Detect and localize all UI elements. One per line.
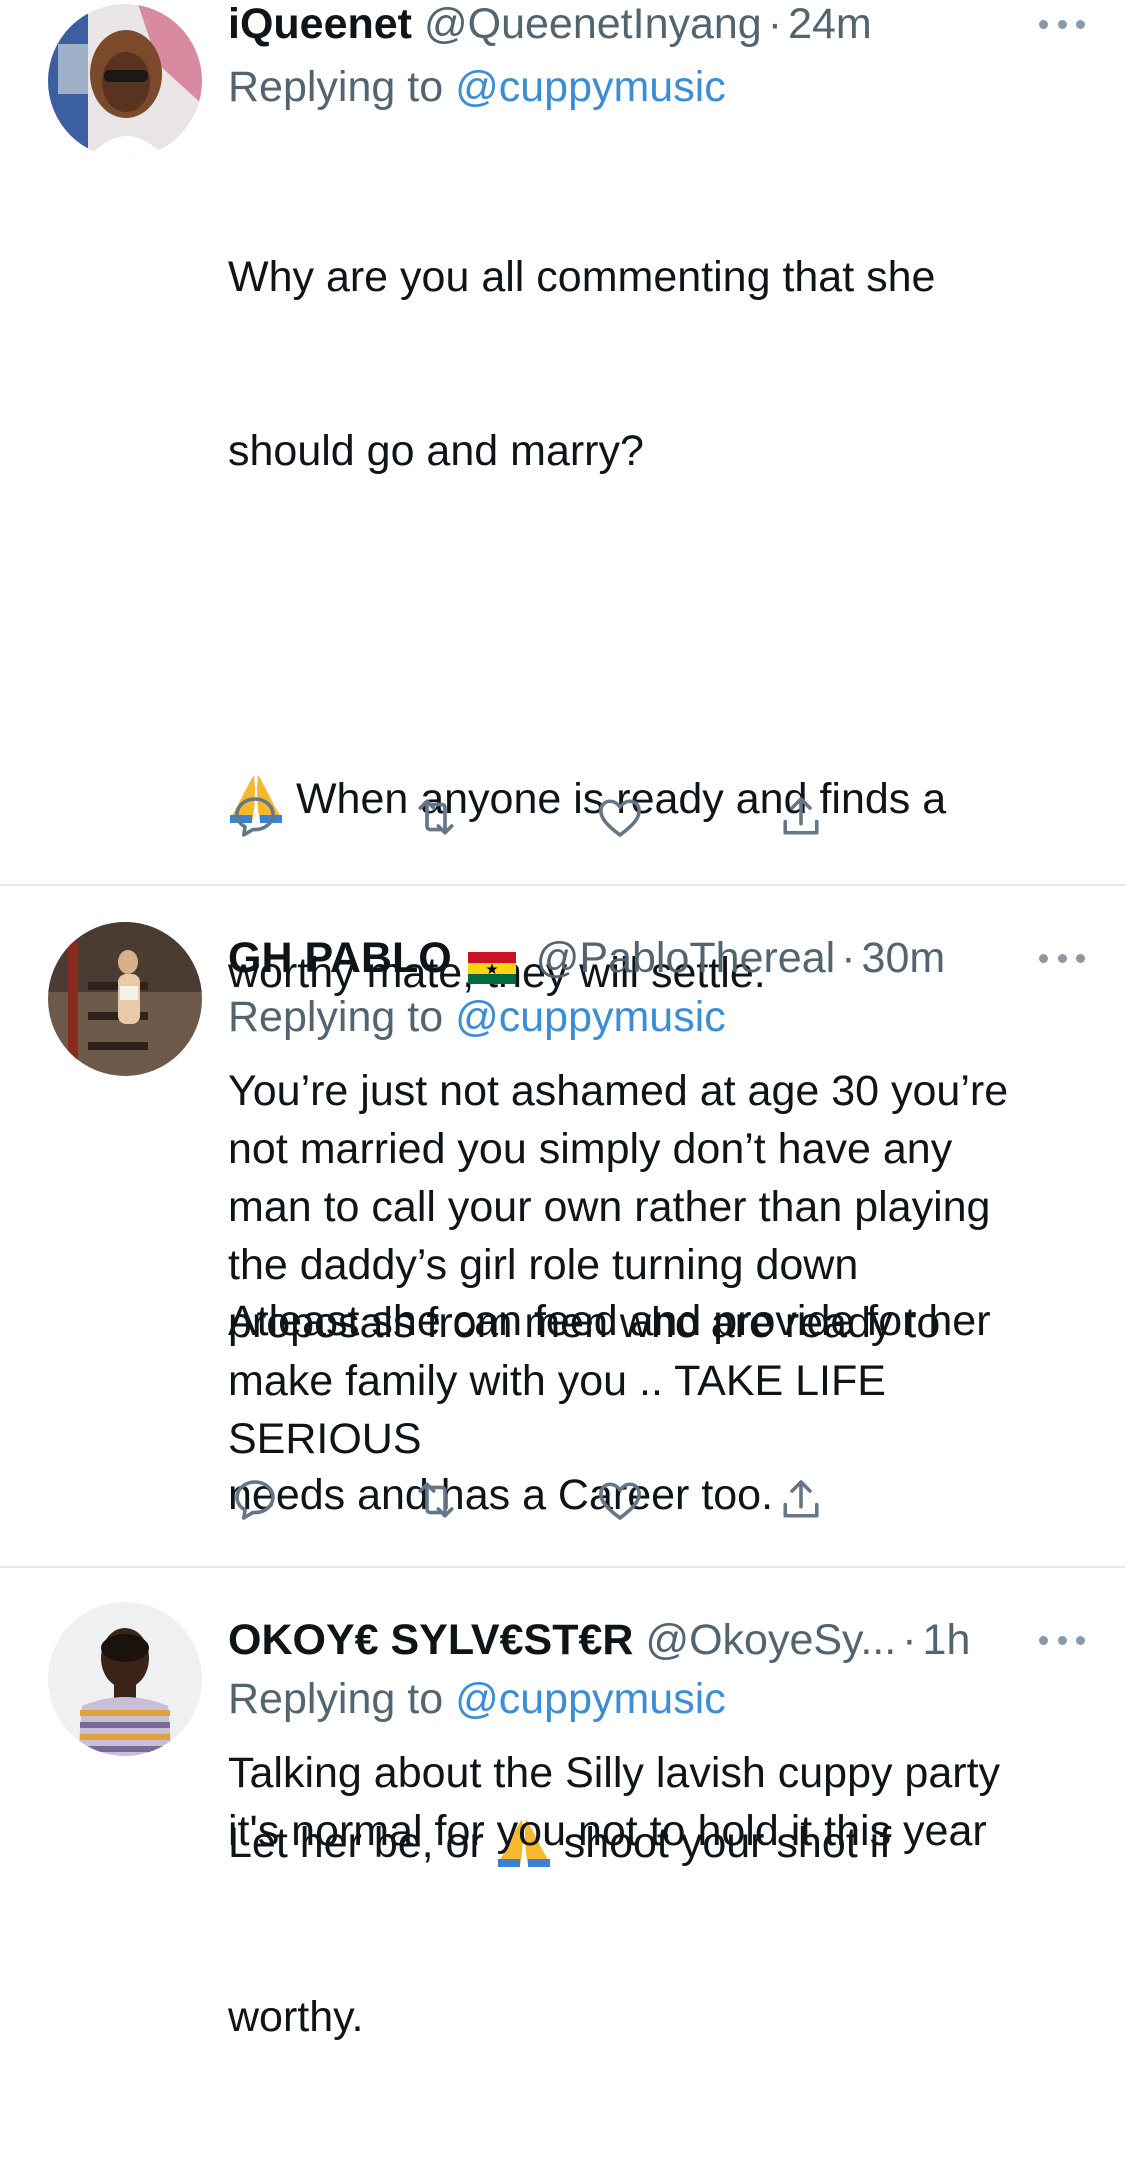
ghana-flag-icon	[467, 942, 516, 984]
display-name[interactable]: GH PABLO	[228, 930, 452, 986]
tweet-3[interactable]: OKOY€ SYLV€ST€R @OkoyeSy... · 1h Replyin…	[0, 1568, 1125, 1885]
replying-to: Replying to @cuppymusic	[228, 988, 1085, 1046]
replying-to-label: Replying to	[228, 63, 444, 111]
retweet-icon[interactable]	[409, 1473, 463, 1527]
more-options-icon[interactable]	[1039, 14, 1085, 34]
tweet-actions	[228, 790, 928, 844]
replying-to-label: Replying to	[228, 993, 444, 1041]
like-icon[interactable]	[593, 1473, 647, 1527]
separator-dot: ·	[841, 934, 856, 982]
mention-link[interactable]: @cuppymusic	[455, 1675, 726, 1723]
tweet-header: OKOY€ SYLV€ST€R @OkoyeSy... · 1h	[228, 1612, 1085, 1668]
timestamp[interactable]: 30m	[862, 930, 946, 986]
display-name[interactable]: OKOY€ SYLV€ST€R	[228, 1612, 633, 1668]
replying-to-label: Replying to	[228, 1675, 444, 1723]
reply-icon[interactable]	[228, 1473, 282, 1527]
more-options-icon[interactable]	[1039, 948, 1085, 968]
mention-link[interactable]: @cuppymusic	[455, 63, 726, 111]
avatar[interactable]	[48, 1602, 202, 1756]
text-line: worthy.	[228, 1993, 364, 2041]
separator-dot: ·	[767, 0, 783, 48]
tweet-header: iQueenet @QueenetInyang · 24m	[228, 0, 1085, 48]
tweet-header: GH PABLO @PabloThereal · 30m	[228, 930, 1085, 986]
user-handle[interactable]: @QueenetInyang	[424, 0, 762, 48]
replying-to: Replying to @cuppymusic	[228, 58, 1085, 116]
separator-dot: ·	[902, 1616, 917, 1664]
reply-icon[interactable]	[228, 790, 282, 844]
tweet-1[interactable]: iQueenet @QueenetInyang · 24m Replying t…	[0, 0, 1125, 2041]
replying-to: Replying to @cuppymusic	[228, 1670, 1085, 1728]
user-handle[interactable]: @OkoyeSy...	[645, 1612, 896, 1668]
tweet-text: You’re just not ashamed at age 30 you’re…	[228, 1067, 1009, 1463]
mention-link[interactable]: @cuppymusic	[455, 993, 726, 1041]
retweet-icon[interactable]	[409, 790, 463, 844]
user-handle[interactable]: @PabloThereal	[536, 930, 835, 986]
text-line: Why are you all commenting that she	[228, 253, 936, 301]
text-line: should go and marry?	[228, 427, 644, 475]
timestamp[interactable]: 24m	[788, 0, 872, 48]
more-options-icon[interactable]	[1039, 1630, 1085, 1650]
avatar[interactable]	[48, 922, 202, 1076]
avatar[interactable]	[48, 4, 202, 158]
tweet-2[interactable]: GH PABLO @PabloThereal · 30m Replying to…	[0, 886, 1125, 1566]
tweet-text: Talking about the Silly lavish cuppy par…	[228, 1749, 1001, 1855]
display-name[interactable]: iQueenet	[228, 0, 412, 48]
tweet-actions	[228, 1473, 928, 1527]
share-icon[interactable]	[774, 790, 828, 844]
like-icon[interactable]	[593, 790, 647, 844]
timestamp[interactable]: 1h	[923, 1612, 971, 1668]
share-icon[interactable]	[774, 1473, 828, 1527]
